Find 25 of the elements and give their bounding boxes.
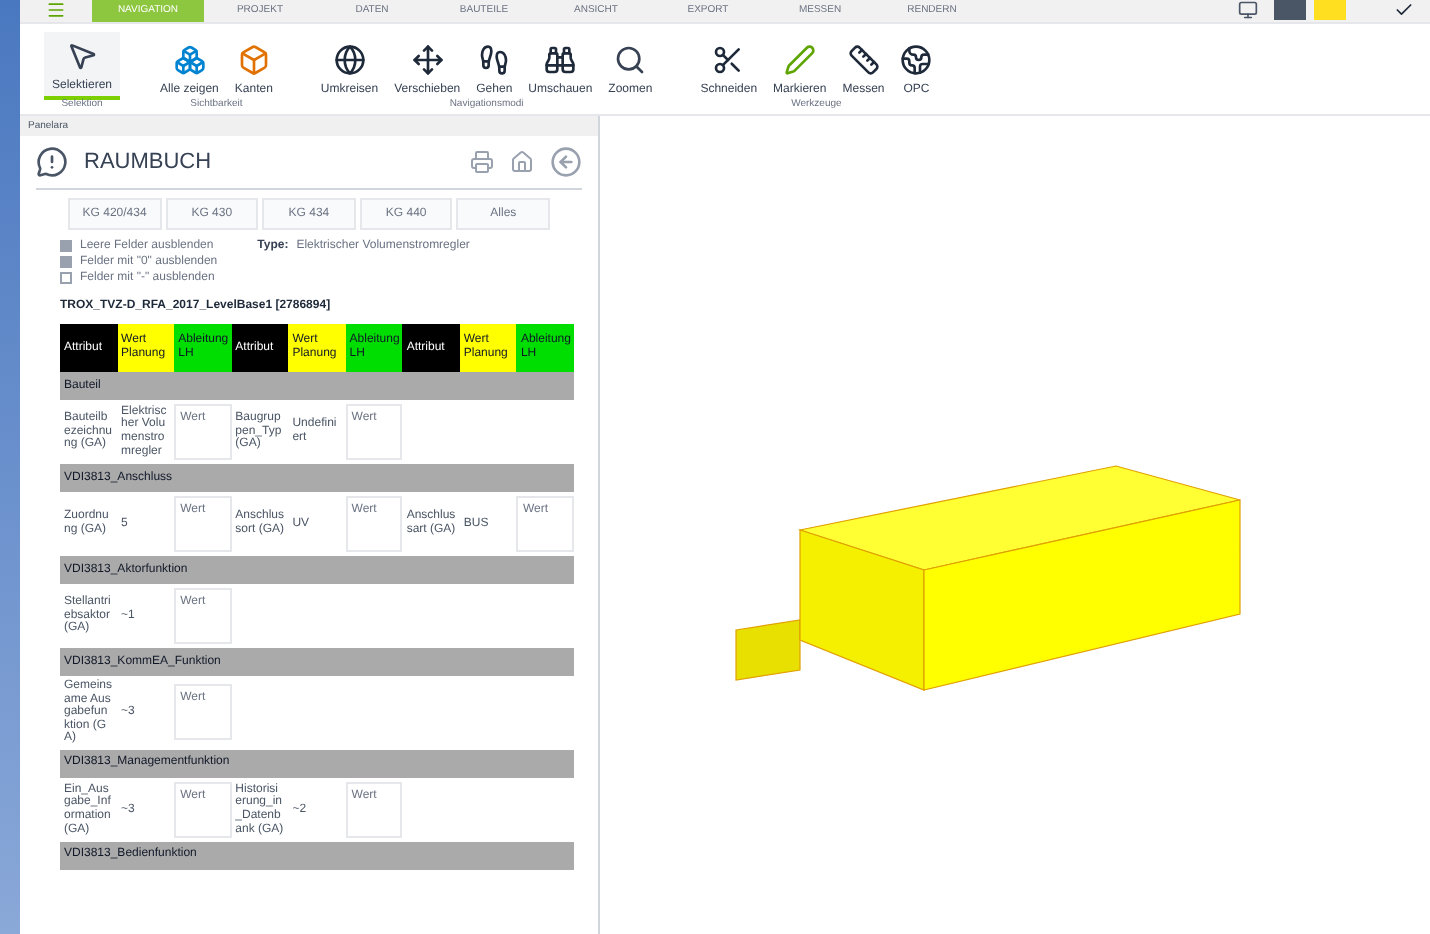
edges-icon <box>237 44 270 76</box>
color-swatch[interactable] <box>1314 0 1346 20</box>
move-icon <box>411 44 444 76</box>
home-icon[interactable] <box>510 150 534 174</box>
checkbox[interactable] <box>60 240 72 252</box>
show-icon <box>173 44 206 76</box>
mark-icon <box>783 44 816 76</box>
color-swatch[interactable] <box>1274 0 1306 20</box>
select-icon <box>66 40 99 72</box>
check-icon[interactable] <box>1394 0 1414 20</box>
back-icon[interactable] <box>550 146 582 178</box>
look-icon <box>544 44 577 76</box>
cut-icon <box>712 44 745 76</box>
panel-title: RAUMBUCH <box>84 147 214 178</box>
menu-icon[interactable] <box>44 0 68 20</box>
measure-icon <box>847 44 880 76</box>
orbit-icon <box>333 44 366 76</box>
monitor-icon[interactable] <box>1238 0 1258 20</box>
checkbox[interactable] <box>60 256 72 268</box>
opc-icon <box>900 44 933 76</box>
alert-icon <box>36 146 68 178</box>
zoom-icon <box>614 44 647 76</box>
checkbox[interactable] <box>60 272 72 284</box>
walk-icon <box>478 44 511 76</box>
print-icon[interactable] <box>470 150 494 174</box>
